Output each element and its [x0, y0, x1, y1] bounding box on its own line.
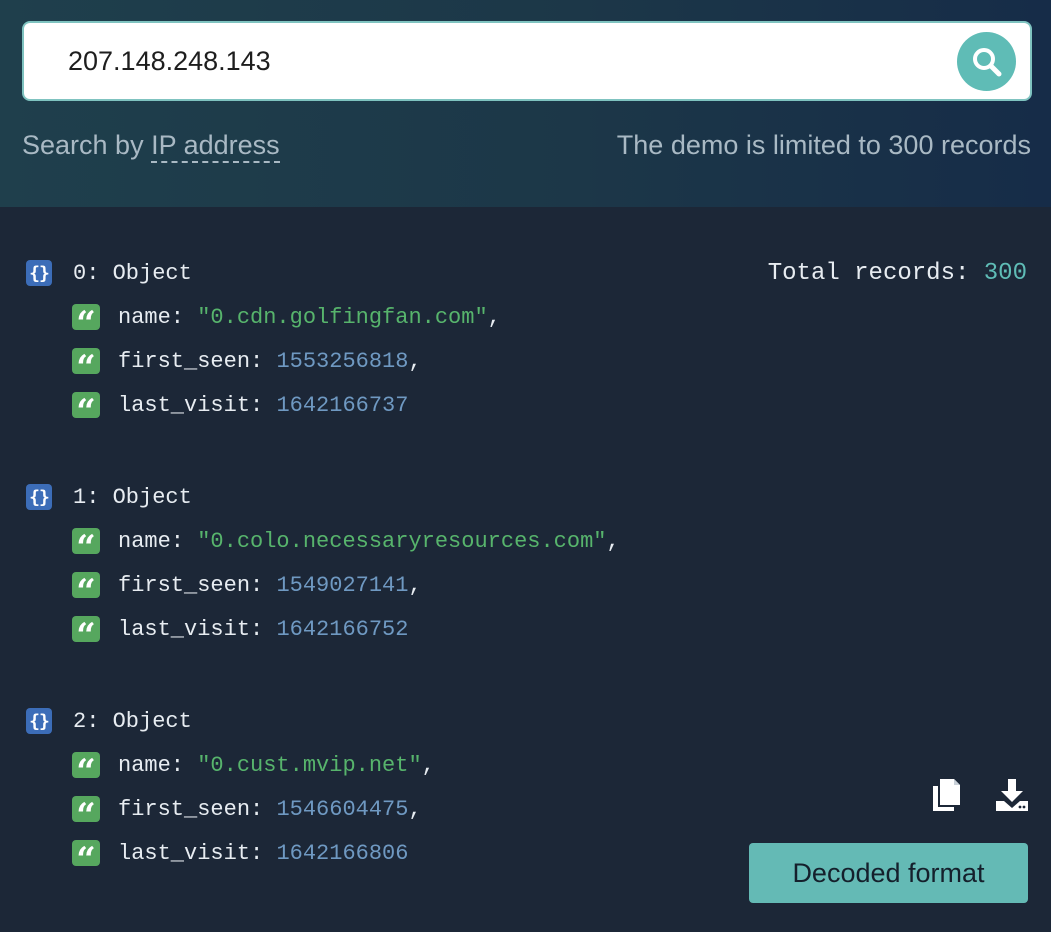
comma: ,: [421, 752, 435, 778]
record-object[interactable]: {} 1: Object: [26, 483, 192, 511]
record-field-last-visit: “ last_visit: 1642166806: [72, 839, 408, 867]
string-quote-icon: “: [72, 840, 100, 866]
search-header: Search by IP address The demo is limited…: [0, 0, 1051, 207]
search-button[interactable]: [957, 32, 1016, 91]
string-quote-icon: “: [72, 616, 100, 642]
record-field-name: “ name: "0.cdn.golfingfan.com",: [72, 303, 501, 331]
ip-address-link[interactable]: IP address: [151, 130, 280, 163]
comma: ,: [408, 796, 422, 822]
string-quote-icon: “: [72, 304, 100, 330]
string-quote-icon: “: [72, 392, 100, 418]
field-value: "0.cdn.golfingfan.com": [197, 304, 488, 330]
field-key: last_visit:: [118, 840, 277, 866]
field-key: name:: [118, 304, 198, 330]
field-key: name:: [118, 528, 198, 554]
comma: ,: [606, 528, 620, 554]
total-records-label: Total records:: [767, 260, 984, 287]
record-field-name: “ name: "0.cust.mvip.net",: [72, 751, 435, 779]
field-key: first_seen:: [118, 348, 277, 374]
field-value: 1553256818: [276, 348, 409, 374]
decoded-format-button[interactable]: Decoded format: [749, 843, 1028, 903]
field-value: 1642166737: [276, 392, 409, 418]
object-braces-icon: {}: [26, 260, 52, 286]
object-braces-icon: {}: [26, 484, 52, 510]
record-field-first-seen: “ first_seen: 1546604475,: [72, 795, 422, 823]
string-quote-icon: “: [72, 528, 100, 554]
comma: ,: [487, 304, 501, 330]
download-button[interactable]: [994, 777, 1030, 818]
record-field-first-seen: “ first_seen: 1549027141,: [72, 571, 422, 599]
comma: ,: [408, 348, 422, 374]
field-value: 1546604475: [276, 796, 409, 822]
search-icon: [973, 48, 1002, 77]
copy-button[interactable]: [930, 777, 962, 818]
field-value: "0.colo.necessaryresources.com": [197, 528, 607, 554]
field-value: 1642166806: [276, 840, 409, 866]
string-quote-icon: “: [72, 796, 100, 822]
record-object[interactable]: {} 0: Object: [26, 259, 192, 287]
field-key: name:: [118, 752, 198, 778]
field-value: 1642166752: [276, 616, 409, 642]
record-label: 2: Object: [73, 708, 192, 734]
record-field-last-visit: “ last_visit: 1642166752: [72, 615, 408, 643]
field-key: last_visit:: [118, 392, 277, 418]
string-quote-icon: “: [72, 572, 100, 598]
comma: ,: [408, 572, 422, 598]
search-hint: Search by IP address: [22, 130, 280, 163]
ip-search-input[interactable]: [68, 23, 928, 99]
field-value: 1549027141: [276, 572, 409, 598]
search-box: [22, 21, 1032, 101]
demo-limit-note: The demo is limited to 300 records: [616, 130, 1031, 160]
string-quote-icon: “: [72, 752, 100, 778]
copy-icon: [933, 779, 960, 811]
field-value: "0.cust.mvip.net": [197, 752, 422, 778]
object-braces-icon: {}: [26, 708, 52, 734]
download-icon: [996, 779, 1028, 811]
total-records: Total records: 300: [768, 260, 1027, 287]
search-hint-prefix: Search by: [22, 130, 152, 160]
record-field-first-seen: “ first_seen: 1553256818,: [72, 347, 422, 375]
field-key: first_seen:: [118, 572, 277, 598]
string-quote-icon: “: [72, 348, 100, 374]
record-label: 0: Object: [73, 260, 192, 286]
record-field-last-visit: “ last_visit: 1642166737: [72, 391, 408, 419]
field-key: first_seen:: [118, 796, 277, 822]
record-object[interactable]: {} 2: Object: [26, 707, 192, 735]
record-label: 1: Object: [73, 484, 192, 510]
field-key: last_visit:: [118, 616, 277, 642]
record-field-name: “ name: "0.colo.necessaryresources.com",: [72, 527, 620, 555]
total-records-value: 300: [983, 260, 1027, 287]
